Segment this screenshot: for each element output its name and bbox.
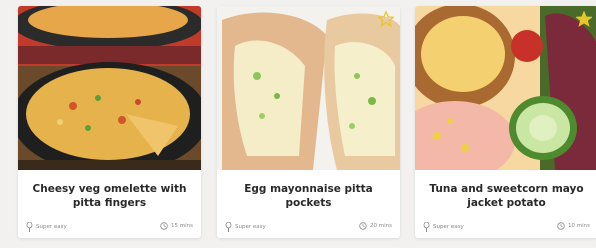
difficulty-label: Super easy xyxy=(235,224,266,230)
recipe-card[interactable]: Tuna and sweetcorn mayo jacket potato Su… xyxy=(415,6,596,238)
recipe-image[interactable] xyxy=(415,6,596,170)
recipe-card[interactable]: Cheesy veg omelette with pitta fingers S… xyxy=(18,6,201,238)
clock-icon xyxy=(359,222,367,230)
recipe-meta: Super easy 15 mins xyxy=(26,220,193,232)
difficulty: Super easy xyxy=(225,222,266,232)
recipe-title[interactable]: Tuna and sweetcorn mayo jacket potato xyxy=(423,182,590,210)
difficulty-label: Super easy xyxy=(433,224,464,230)
cook-time: 10 mins xyxy=(557,222,590,230)
star-icon[interactable] xyxy=(378,11,394,27)
cook-time: 15 mins xyxy=(160,222,193,230)
recipe-card[interactable]: Egg mayonnaise pitta pockets Super easy … xyxy=(217,6,400,238)
recipe-meta: Super easy 20 mins xyxy=(225,220,392,232)
difficulty: Super easy xyxy=(423,222,464,232)
difficulty-label: Super easy xyxy=(36,224,67,230)
whisk-icon xyxy=(423,222,430,232)
difficulty: Super easy xyxy=(26,222,67,232)
whisk-icon xyxy=(26,222,33,232)
clock-icon xyxy=(557,222,565,230)
time-label: 20 mins xyxy=(370,223,392,229)
recipe-title[interactable]: Cheesy veg omelette with pitta fingers xyxy=(26,182,193,210)
whisk-icon xyxy=(225,222,232,232)
recipe-card-row: Cheesy veg omelette with pitta fingers S… xyxy=(0,0,596,248)
recipe-title[interactable]: Egg mayonnaise pitta pockets xyxy=(225,182,392,210)
time-label: 15 mins xyxy=(171,223,193,229)
star-icon[interactable] xyxy=(576,11,592,27)
recipe-image[interactable] xyxy=(217,6,400,170)
cook-time: 20 mins xyxy=(359,222,392,230)
clock-icon xyxy=(160,222,168,230)
recipe-image[interactable] xyxy=(18,6,201,170)
time-label: 10 mins xyxy=(568,223,590,229)
recipe-meta: Super easy 10 mins xyxy=(423,220,590,232)
